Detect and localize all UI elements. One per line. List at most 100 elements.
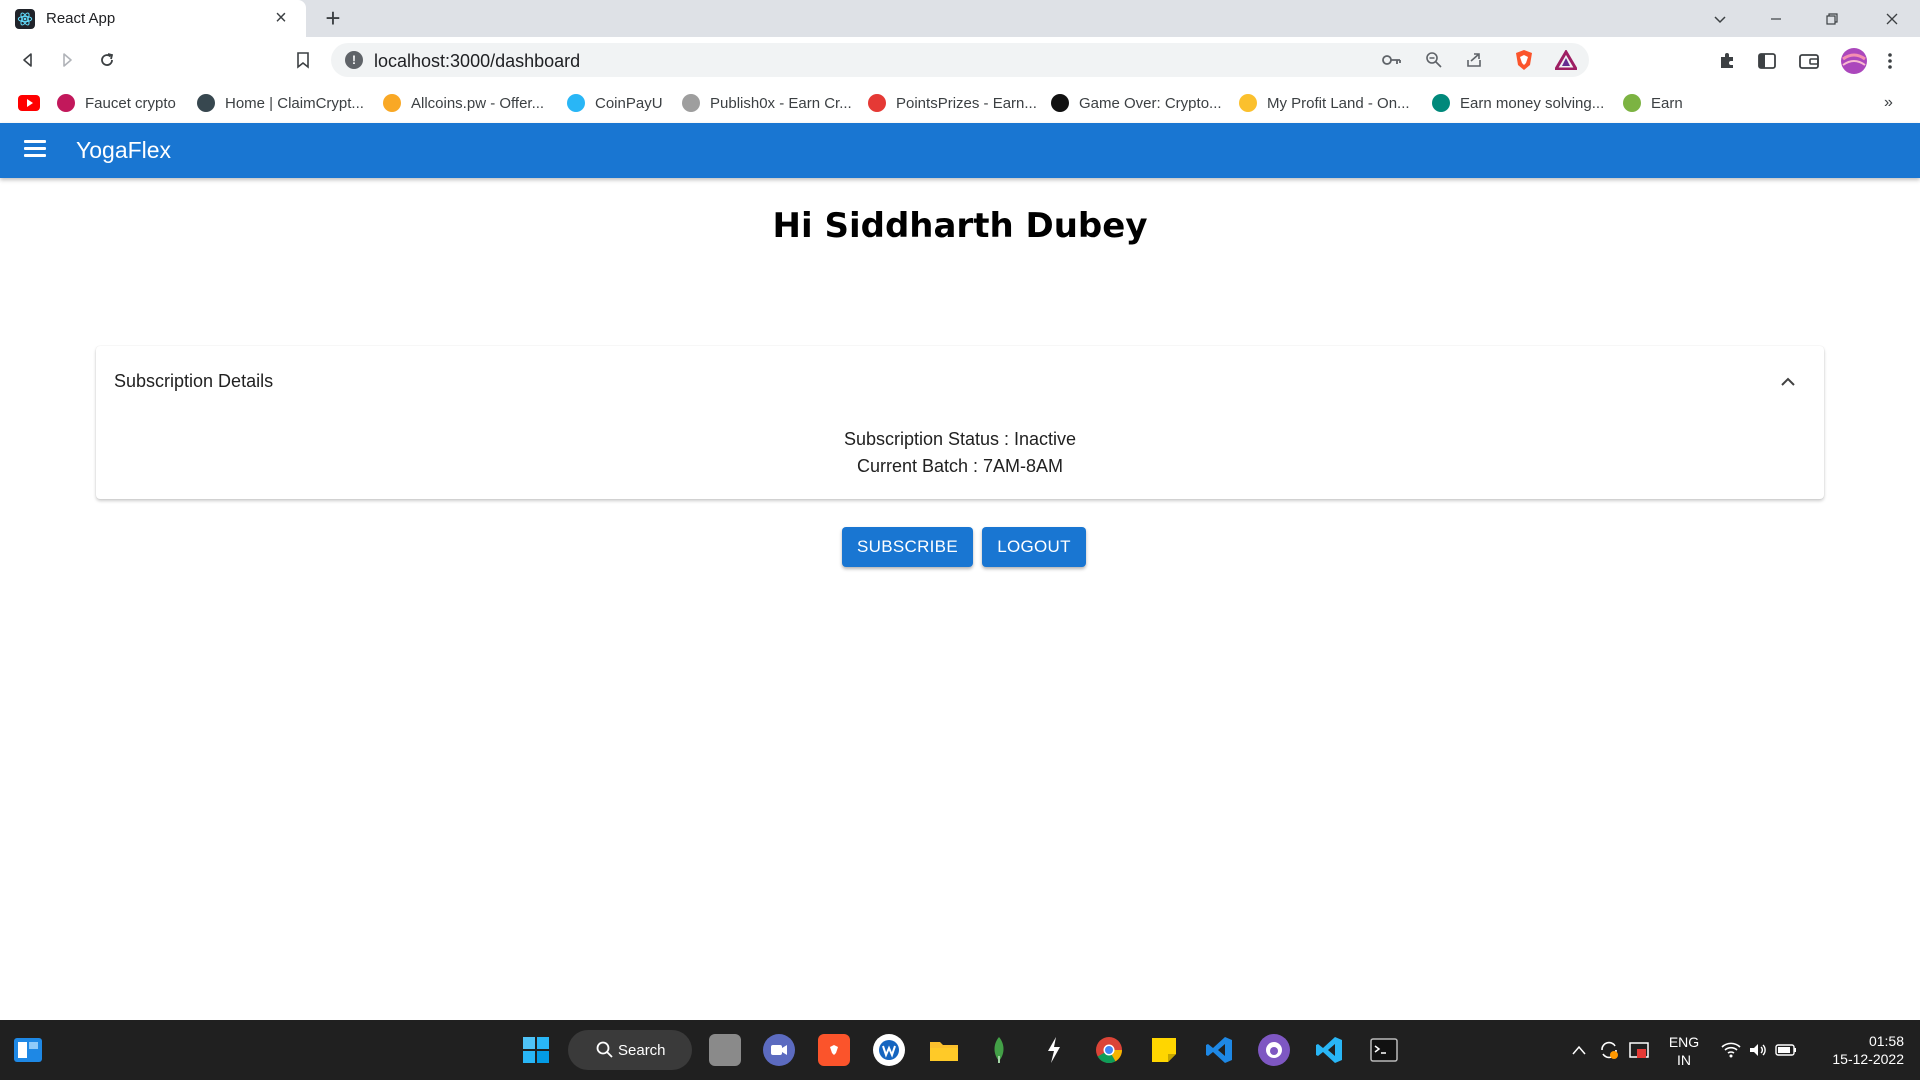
extensions-puzzle-icon[interactable] [1713, 48, 1741, 74]
clock[interactable]: 01:58 15-12-2022 [1808, 1032, 1904, 1068]
subscription-accordion: Subscription Details Subscription Status… [96, 346, 1824, 499]
reload-icon[interactable] [93, 46, 121, 74]
bookmark-item[interactable]: My Profit Land - On... [1239, 91, 1410, 115]
sticky-notes-icon[interactable] [1148, 1034, 1180, 1066]
earn-icon [1623, 94, 1641, 112]
youtube-icon[interactable] [18, 91, 40, 115]
brave-rewards-icon[interactable] [1554, 48, 1578, 72]
terminal-icon[interactable] [1368, 1034, 1400, 1066]
file-explorer-icon[interactable] [928, 1034, 960, 1066]
bookmark-item[interactable]: Home | ClaimCrypt... [197, 91, 364, 115]
brave-shield-icon[interactable] [1512, 48, 1536, 72]
site-info-icon[interactable]: ! [345, 51, 363, 69]
teams-chat-icon[interactable] [763, 1034, 795, 1066]
github-desktop-icon[interactable] [1258, 1034, 1290, 1066]
language-indicator[interactable]: ENG IN [1664, 1033, 1704, 1069]
bookmark-icon[interactable] [289, 46, 317, 74]
mongodb-compass-icon[interactable] [983, 1034, 1015, 1066]
url-text[interactable]: localhost:3000/dashboard [374, 51, 580, 72]
browser-tab[interactable]: React App × [0, 0, 306, 37]
task-view-icon[interactable] [709, 1034, 741, 1066]
allcoins-icon [383, 94, 401, 112]
tab-close-icon[interactable]: × [270, 7, 292, 29]
bookmark-item[interactable]: Game Over: Crypto... [1051, 91, 1222, 115]
back-icon[interactable] [14, 46, 42, 74]
more-bookmarks-icon[interactable]: » [1884, 91, 1893, 115]
bookmark-item[interactable]: Earn money solving... [1432, 91, 1604, 115]
bookmark-label: PointsPrizes - Earn... [896, 94, 1037, 112]
browser-tab-strip: React App × + [0, 0, 1920, 37]
bookmark-label: Game Over: Crypto... [1079, 94, 1222, 112]
bookmark-item[interactable]: Faucet crypto [57, 91, 176, 115]
sync-icon[interactable] [1596, 1034, 1622, 1066]
chevron-up-icon[interactable] [1778, 372, 1798, 392]
volume-icon[interactable] [1745, 1034, 1771, 1066]
app-brand: YogaFlex [76, 137, 172, 163]
browser-menu-icon[interactable] [1880, 48, 1900, 74]
subscription-status: Subscription Status : Inactive [843, 429, 1077, 449]
bookmark-label: Home | ClaimCrypt... [225, 94, 364, 112]
menu-icon[interactable] [24, 140, 48, 160]
bookmark-label: Earn money solving... [1460, 94, 1605, 112]
bookmark-label: Allcoins.pw - Offer... [411, 94, 545, 112]
tab-search-chevron-icon[interactable] [1692, 0, 1748, 37]
region-code: IN [1677, 1052, 1691, 1068]
bookmark-item[interactable]: CoinPayU [567, 91, 663, 115]
bookmark-label: CoinPayU [595, 94, 663, 112]
windows-taskbar: Search ENG IN 01:58 15-12-2022 [0, 1020, 1920, 1080]
game-over-icon [1051, 94, 1069, 112]
close-window-icon[interactable] [1864, 0, 1920, 37]
bookmark-item[interactable]: Allcoins.pw - Offer... [383, 91, 544, 115]
clock-time: 01:58 [1868, 1033, 1904, 1049]
vscode-insiders-icon[interactable] [1313, 1034, 1345, 1066]
tab-title: React App [46, 10, 116, 27]
react-icon [15, 8, 35, 29]
start-icon[interactable] [520, 1034, 552, 1066]
wifi-icon[interactable] [1718, 1034, 1744, 1066]
lightning-app-icon[interactable] [1038, 1034, 1070, 1066]
current-batch: Current Batch : 7AM-8AM [856, 456, 1064, 476]
taskbar-search[interactable]: Search [568, 1030, 692, 1070]
logout-button[interactable]: LOGOUT [982, 527, 1086, 567]
bookmark-item[interactable]: Earn [1623, 91, 1683, 115]
pointsprizes-icon [868, 94, 886, 112]
tray-app-icon[interactable] [1626, 1034, 1652, 1066]
battery-icon[interactable] [1773, 1034, 1799, 1066]
vscode-icon[interactable] [1203, 1034, 1235, 1066]
my-profit-land-icon [1239, 94, 1257, 112]
app-header: YogaFlex [0, 123, 1920, 178]
earn-money-icon [1432, 94, 1450, 112]
search-label: Search [618, 1041, 666, 1059]
wps-icon[interactable] [873, 1034, 905, 1066]
clock-date: 15-12-2022 [1832, 1051, 1904, 1067]
sidebar-icon[interactable] [1753, 48, 1781, 74]
bookmark-label: Faucet crypto [85, 94, 176, 112]
share-icon[interactable] [1462, 48, 1486, 72]
claimcrypto-icon [197, 94, 215, 112]
bookmark-item[interactable]: Publish0x - Earn Cr... [682, 91, 852, 115]
address-bar[interactable]: ! localhost:3000/dashboard [331, 43, 1589, 77]
key-icon[interactable] [1380, 48, 1404, 72]
coinpayu-icon [567, 94, 585, 112]
new-tab-icon[interactable]: + [320, 5, 346, 31]
widgets-icon[interactable] [12, 1034, 44, 1066]
search-icon [596, 1041, 613, 1062]
wallet-icon[interactable] [1795, 48, 1823, 74]
zoom-icon[interactable] [1422, 48, 1446, 72]
page-greeting: Hi Siddharth Dubey [772, 206, 1148, 246]
bookmark-label: Publish0x - Earn Cr... [710, 94, 852, 112]
minimize-icon[interactable] [1748, 0, 1804, 37]
profile-avatar[interactable] [1839, 46, 1869, 76]
bookmark-label: My Profit Land - On... [1267, 94, 1410, 112]
forward-icon[interactable] [53, 46, 81, 74]
bookmark-label: Earn [1651, 94, 1683, 112]
language-code: ENG [1668, 1034, 1700, 1050]
subscribe-button[interactable]: SUBSCRIBE [842, 527, 973, 567]
accordion-title[interactable]: Subscription Details [114, 371, 273, 392]
brave-browser-icon[interactable] [818, 1034, 850, 1066]
chrome-icon[interactable] [1093, 1034, 1125, 1066]
restore-icon[interactable] [1804, 0, 1860, 37]
bookmark-item[interactable]: PointsPrizes - Earn... [868, 91, 1037, 115]
bookmarks-bar: Faucet crypto Home | ClaimCrypt... Allco… [0, 83, 1920, 123]
chevron-up-tray-icon[interactable] [1567, 1034, 1591, 1066]
